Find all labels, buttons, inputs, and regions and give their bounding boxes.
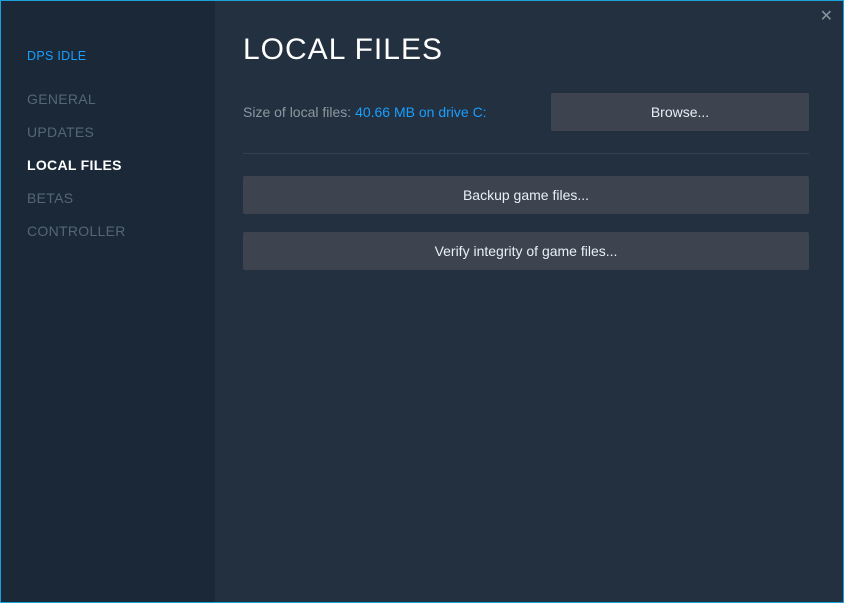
sidebar-item-label: CONTROLLER <box>27 223 126 239</box>
backup-button[interactable]: Backup game files... <box>243 176 809 214</box>
sidebar-item-local-files[interactable]: LOCAL FILES <box>27 157 215 173</box>
divider <box>243 153 809 154</box>
sidebar-item-general[interactable]: GENERAL <box>27 91 215 107</box>
sidebar-item-betas[interactable]: BETAS <box>27 190 215 206</box>
properties-window: DPS IDLE GENERAL UPDATES LOCAL FILES BET… <box>1 1 843 602</box>
verify-button[interactable]: Verify integrity of game files... <box>243 232 809 270</box>
close-icon[interactable]: ✕ <box>820 9 833 25</box>
app-name: DPS IDLE <box>27 49 215 63</box>
sidebar-item-controller[interactable]: CONTROLLER <box>27 223 215 239</box>
sidebar-item-label: BETAS <box>27 190 73 206</box>
size-row: Size of local files: 40.66 MB on drive C… <box>243 93 809 131</box>
size-label: Size of local files: <box>243 104 355 120</box>
browse-button[interactable]: Browse... <box>551 93 809 131</box>
sidebar-item-updates[interactable]: UPDATES <box>27 124 215 140</box>
main-panel: LOCAL FILES Size of local files: 40.66 M… <box>215 1 843 602</box>
sidebar-item-label: LOCAL FILES <box>27 157 122 173</box>
sidebar-item-label: UPDATES <box>27 124 94 140</box>
page-title: LOCAL FILES <box>243 33 809 67</box>
sidebar: DPS IDLE GENERAL UPDATES LOCAL FILES BET… <box>1 1 215 602</box>
sidebar-item-label: GENERAL <box>27 91 96 107</box>
size-value: 40.66 MB on drive C: <box>355 104 487 120</box>
size-info: Size of local files: 40.66 MB on drive C… <box>243 104 487 120</box>
